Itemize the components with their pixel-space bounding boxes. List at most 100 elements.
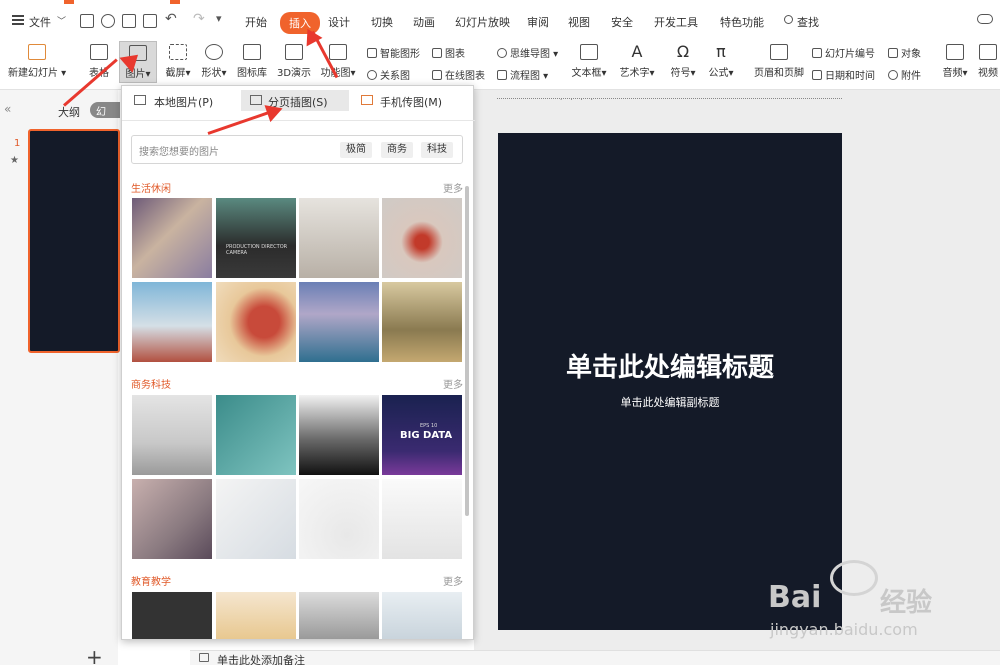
image-thumb[interactable] [216, 592, 296, 639]
copy-format-icon[interactable] [101, 14, 115, 28]
online-chart-button[interactable]: 在线图表 [432, 67, 485, 82]
notes-icon [199, 653, 209, 662]
dropdown-scrollbar[interactable] [465, 186, 469, 516]
tag-minimal[interactable]: 极简 [340, 142, 372, 158]
new-slide-button[interactable]: 新建幻灯片 ▾ [8, 44, 66, 79]
image-thumb[interactable] [132, 282, 212, 362]
undo-icon[interactable]: ↶ [165, 11, 177, 27]
cloud-icon[interactable] [977, 14, 993, 24]
print-icon[interactable] [122, 14, 136, 28]
customize-icon[interactable]: ▾ [216, 12, 222, 25]
more-link-education[interactable]: 更多 [443, 573, 463, 588]
object-icon [888, 48, 898, 58]
notes-bar [190, 650, 1000, 665]
mindmap-button[interactable]: 思维导图 ▾ [497, 45, 558, 60]
new-slide-icon [28, 44, 46, 60]
image-thumb[interactable] [132, 198, 212, 278]
redo-icon[interactable]: ↷ [193, 11, 205, 27]
image-thumb[interactable] [299, 592, 379, 639]
shape-button[interactable]: 形状▾ [198, 44, 230, 79]
image-thumb[interactable]: PRODUCTION DIRECTOR CAMERA [216, 198, 296, 278]
file-menu[interactable]: 文件 [29, 14, 51, 30]
horizontal-ruler [497, 98, 842, 106]
attachment-button[interactable]: 附件 [888, 67, 921, 82]
search-button[interactable]: 查找 [797, 14, 819, 30]
image-thumb[interactable] [382, 479, 462, 559]
tab-review[interactable]: 审阅 [527, 14, 549, 30]
symbol-button[interactable]: Ω 符号▾ [667, 44, 699, 80]
datetime-button[interactable]: 日期和时间 [812, 67, 875, 82]
outline-tab[interactable]: 大纲 [58, 104, 80, 120]
pi-icon: π [716, 42, 726, 61]
hamburger-icon[interactable] [12, 15, 24, 25]
slide-number-label: 1 [14, 138, 21, 149]
image-thumb[interactable]: EPS 10 BIG DATA [382, 395, 462, 475]
tab-slideshow[interactable]: 幻灯片放映 [455, 14, 510, 30]
image-thumb[interactable] [299, 479, 379, 559]
notes-placeholder[interactable]: 单击此处添加备注 [217, 652, 305, 665]
table-icon [90, 44, 108, 60]
3d-demo-button[interactable]: 3D演示 [274, 44, 314, 79]
tab-features[interactable]: 特色功能 [720, 14, 764, 30]
image-thumb[interactable] [216, 395, 296, 475]
add-slide-icon[interactable]: + [86, 645, 103, 665]
slide-number-button[interactable]: 幻灯片编号 [812, 45, 875, 60]
search-input[interactable]: 搜索您想要的图片 [139, 143, 219, 158]
tab-transition[interactable]: 切换 [371, 14, 393, 30]
tab-animation[interactable]: 动画 [413, 14, 435, 30]
flowchart-button[interactable]: 流程图 ▾ [497, 67, 548, 82]
object-button[interactable]: 对象 [888, 45, 921, 60]
image-thumb[interactable] [382, 282, 462, 362]
relation-button[interactable]: 关系图 [367, 67, 410, 82]
tab-phone-picture[interactable]: 手机传图(M) [380, 94, 442, 110]
search-box[interactable]: 搜索您想要的图片 极简 商务 科技 [131, 135, 463, 164]
textbox-button[interactable]: 文本框▾ [570, 44, 608, 79]
tab-security[interactable]: 安全 [611, 14, 633, 30]
shape-icon [205, 44, 223, 60]
tab-home[interactable]: 开始 [245, 14, 267, 30]
slide-canvas[interactable]: 单击此处编辑标题 单击此处编辑副标题 [498, 133, 842, 630]
collapse-pane-icon[interactable]: « [4, 102, 11, 116]
image-thumb[interactable] [299, 198, 379, 278]
slide-thumbnail[interactable] [28, 129, 120, 353]
formula-button[interactable]: π 公式▾ [705, 42, 737, 80]
category-title-education: 教育教学 [131, 577, 171, 588]
tab-developer[interactable]: 开发工具 [654, 14, 698, 30]
smart-shape-icon [367, 48, 377, 58]
tag-tech[interactable]: 科技 [421, 142, 453, 158]
search-icon[interactable] [784, 15, 793, 24]
image-thumb[interactable] [382, 198, 462, 278]
wordart-button[interactable]: A 艺术字▾ [617, 44, 657, 80]
header-footer-button[interactable]: 页眉和页脚 [752, 44, 806, 79]
video-icon [979, 44, 997, 60]
image-thumb[interactable] [132, 592, 212, 639]
smart-shape-button[interactable]: 智能图形 [367, 45, 420, 60]
preview-icon[interactable] [143, 14, 157, 28]
chart-button[interactable]: 图表 [432, 45, 465, 60]
slide-number-icon [812, 48, 822, 58]
save-icon[interactable] [80, 14, 94, 28]
tab-local-picture[interactable]: 本地图片(P) [154, 94, 213, 110]
header-footer-icon [770, 44, 788, 60]
image-thumb[interactable] [299, 282, 379, 362]
slide-title[interactable]: 单击此处编辑标题 [498, 347, 842, 384]
screenshot-button[interactable]: 截屏▾ [162, 44, 194, 79]
tab-design[interactable]: 设计 [328, 14, 350, 30]
more-link-life[interactable]: 更多 [443, 180, 463, 195]
tag-business[interactable]: 商务 [381, 142, 413, 158]
slides-tab[interactable]: 幻灯 [90, 102, 120, 118]
image-thumb[interactable] [132, 479, 212, 559]
more-link-business[interactable]: 更多 [443, 376, 463, 391]
tab-view[interactable]: 视图 [568, 14, 590, 30]
image-thumb[interactable] [132, 395, 212, 475]
icon-library-button[interactable]: 图标库 [235, 44, 269, 79]
image-thumb[interactable] [216, 479, 296, 559]
chevron-down-icon[interactable]: ﹀ [57, 14, 66, 27]
image-thumb[interactable] [382, 592, 462, 639]
image-thumb[interactable] [299, 395, 379, 475]
audio-button[interactable]: 音频▾ [938, 44, 972, 79]
video-button[interactable]: 视频 [976, 44, 1000, 79]
image-thumb[interactable] [216, 282, 296, 362]
slide-subtitle[interactable]: 单击此处编辑副标题 [498, 394, 842, 410]
tab-page-illustration[interactable]: 分页插图(S) [241, 90, 349, 111]
